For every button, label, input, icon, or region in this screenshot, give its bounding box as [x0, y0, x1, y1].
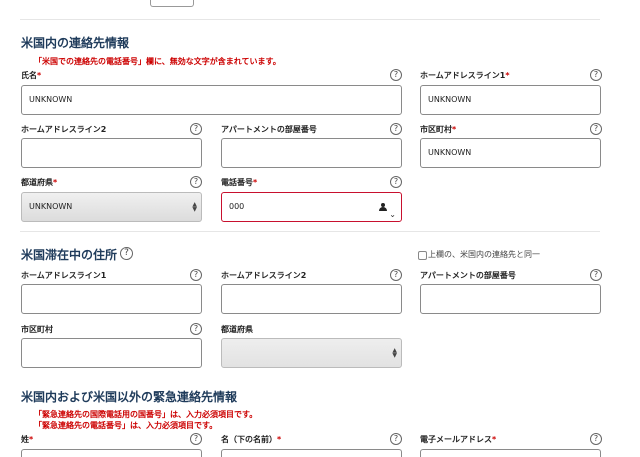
label-address-line2: ホームアドレスライン2 [21, 125, 107, 134]
help-icon[interactable]: ? [390, 433, 402, 445]
label-given-name: 名（下の名前）* [221, 435, 282, 444]
help-icon[interactable]: ? [390, 176, 402, 188]
help-icon[interactable]: ? [590, 123, 602, 135]
city-input[interactable]: UNKNOWN [420, 138, 601, 168]
help-icon[interactable]: ? [390, 269, 402, 281]
label-residence-apartment: アパートメントの部屋番号 [420, 271, 516, 280]
residence-address-line2-input[interactable] [221, 284, 402, 314]
label-phone: 電話番号* [221, 178, 258, 187]
select-arrows-icon: ▲ ▼ [192, 201, 197, 213]
help-icon[interactable]: ? [590, 433, 602, 445]
label-residence-address-line1: ホームアドレスライン1 [21, 271, 107, 280]
section-title-us-residence: 米国滞在中の住所 [21, 248, 118, 262]
label-city: 市区町村* [420, 125, 457, 134]
help-icon[interactable]: ? [190, 323, 202, 335]
email-input[interactable] [420, 449, 601, 457]
error-message-emergency-phone: 「緊急連絡先の電話番号」は、入力必須項目です。 [34, 421, 218, 430]
help-icon[interactable]: ? [590, 69, 602, 81]
residence-apartment-input[interactable] [420, 284, 601, 314]
residence-address-line1-input[interactable] [21, 284, 202, 314]
divider [20, 231, 600, 232]
label-address-line1: ホームアドレスライン1* [420, 71, 510, 80]
same-as-above-label[interactable]: 上欄の、米国内の連絡先と同一 [428, 249, 540, 260]
given-name-input[interactable] [221, 449, 402, 457]
help-icon[interactable]: ? [190, 176, 202, 188]
phone-input-value: 000 [229, 202, 245, 211]
same-as-above-checkbox[interactable] [418, 251, 427, 260]
help-icon[interactable]: ? [190, 269, 202, 281]
previous-field-stub [150, 0, 194, 7]
label-apartment: アパートメントの部屋番号 [221, 125, 317, 134]
apartment-input[interactable] [221, 138, 402, 168]
label-residence-address-line2: ホームアドレスライン2 [221, 271, 307, 280]
help-icon[interactable]: ? [390, 123, 402, 135]
select-arrows-icon: ▲ ▼ [392, 347, 397, 359]
help-icon[interactable]: ? [590, 269, 602, 281]
surname-input[interactable] [21, 449, 202, 457]
chevron-down-icon[interactable]: ⌄ [389, 201, 396, 221]
section-title-emergency: 米国内および米国以外の緊急連絡先情報 [21, 390, 238, 404]
label-surname: 姓* [21, 435, 34, 444]
error-message-phone: 「米国での連絡先の電話番号」欄に、無効な文字が含まれています。 [34, 57, 281, 66]
name-input[interactable]: UNKNOWN [21, 85, 402, 115]
state-select-value: UNKNOWN [29, 202, 73, 211]
residence-state-select[interactable]: ▲ ▼ [221, 338, 402, 368]
help-icon[interactable]: ? [190, 433, 202, 445]
section-title-us-contact: 米国内の連絡先情報 [21, 36, 130, 50]
divider [20, 19, 600, 20]
address-line2-input[interactable] [21, 138, 202, 168]
label-email: 電子メールアドレス* [420, 435, 497, 444]
person-icon[interactable] [379, 203, 387, 212]
label-name: 氏名* [21, 71, 42, 80]
phone-input[interactable]: 000 ⌄ [221, 192, 402, 222]
state-select[interactable]: UNKNOWN ▲ ▼ [21, 192, 202, 222]
help-icon[interactable]: ? [390, 69, 402, 81]
address-line1-input[interactable]: UNKNOWN [420, 85, 601, 115]
label-state: 都道府県* [21, 178, 58, 187]
label-residence-city: 市区町村 [21, 325, 53, 334]
label-residence-state: 都道府県 [221, 325, 253, 334]
residence-city-input[interactable] [21, 338, 202, 368]
help-icon[interactable]: ? [190, 123, 202, 135]
help-icon[interactable]: ? [120, 247, 133, 260]
